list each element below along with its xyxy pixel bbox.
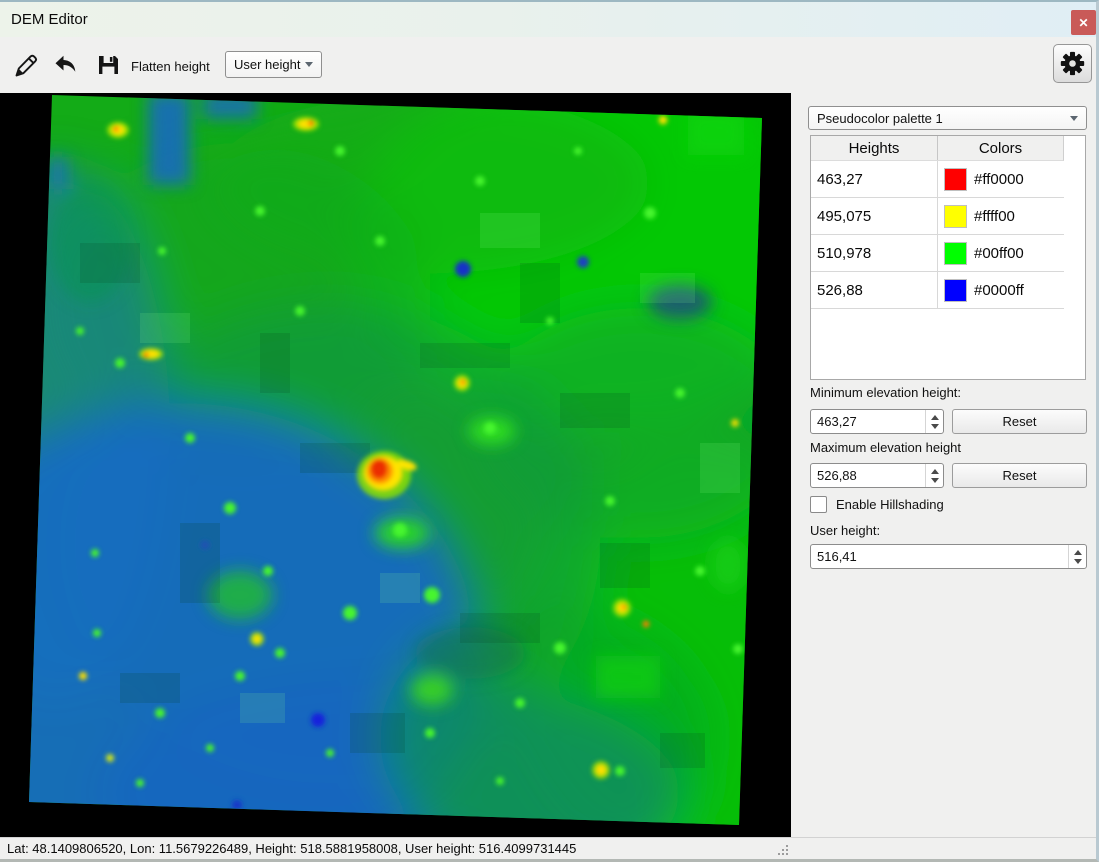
user-height-input[interactable] [811, 545, 1068, 568]
heights-column-header: Heights [811, 136, 938, 160]
resize-grip-icon [776, 843, 790, 857]
palette-dropdown[interactable]: Pseudocolor palette 1 [808, 106, 1087, 130]
gear-icon [1054, 45, 1091, 82]
palette-dropdown-value: Pseudocolor palette 1 [817, 111, 943, 126]
color-swatch [945, 206, 966, 227]
color-cell[interactable]: #ff0000 [938, 161, 1064, 197]
undo-icon [51, 51, 79, 79]
edit-tool-button[interactable] [11, 51, 39, 79]
color-hex: #0000ff [974, 282, 1024, 299]
spin-down-icon[interactable] [1074, 559, 1082, 564]
hillshading-label: Enable Hillshading [836, 497, 944, 512]
close-icon: ✕ [1078, 17, 1088, 29]
color-swatch [945, 280, 966, 301]
min-reset-button[interactable]: Reset [952, 409, 1087, 434]
min-elevation-input[interactable] [811, 410, 925, 433]
save-icon [94, 51, 122, 79]
color-hex: #ffff00 [974, 208, 1015, 225]
status-text: Lat: 48.1409806520, Lon: 11.5679226489, … [7, 841, 576, 856]
max-elevation-input[interactable] [811, 464, 925, 487]
color-cell[interactable]: #0000ff [938, 272, 1064, 308]
flatten-height-value: User height [234, 57, 300, 72]
user-height-spinbox [810, 544, 1087, 569]
min-elevation-label: Minimum elevation height: [810, 385, 961, 400]
spin-down-icon[interactable] [931, 424, 939, 429]
user-height-label: User height: [810, 523, 880, 538]
color-swatch [945, 243, 966, 264]
max-elevation-spin-buttons [925, 464, 943, 487]
chevron-down-icon [1070, 116, 1078, 121]
resize-grip[interactable] [776, 843, 790, 862]
spin-up-icon[interactable] [931, 415, 939, 420]
user-height-spin-buttons [1068, 545, 1086, 568]
color-hex: #ff0000 [974, 171, 1024, 188]
palette-table-row[interactable]: 463,27 #ff0000 [811, 161, 1064, 198]
side-panel: Pseudocolor palette 1 Heights Colors 463… [791, 93, 1096, 838]
save-button[interactable] [94, 51, 122, 79]
height-cell[interactable]: 495,075 [811, 198, 938, 234]
height-cell[interactable]: 526,88 [811, 272, 938, 308]
window-title: DEM Editor [11, 11, 88, 28]
status-bar: Lat: 48.1409806520, Lon: 11.5679226489, … [0, 837, 1096, 859]
hillshading-checkbox[interactable] [810, 496, 827, 513]
colors-column-header: Colors [938, 136, 1063, 160]
hillshading-row: Enable Hillshading [810, 496, 944, 513]
settings-button[interactable] [1053, 44, 1092, 83]
undo-button[interactable] [51, 51, 79, 79]
palette-table-row[interactable]: 510,978 #00ff00 [811, 235, 1064, 272]
spin-up-icon[interactable] [1074, 550, 1082, 555]
height-cell[interactable]: 510,978 [811, 235, 938, 271]
pencil-icon [11, 51, 39, 79]
max-elevation-label: Maximum elevation height [810, 440, 961, 455]
chevron-down-icon [305, 62, 313, 67]
titlebar[interactable]: DEM Editor ✕ [0, 2, 1096, 37]
flatten-height-dropdown[interactable]: User height [225, 51, 322, 78]
color-swatch [945, 169, 966, 190]
color-cell[interactable]: #00ff00 [938, 235, 1064, 271]
spin-up-icon[interactable] [931, 469, 939, 474]
dem-map-viewport[interactable] [0, 93, 791, 840]
min-elevation-spinbox [810, 409, 944, 434]
spin-down-icon[interactable] [931, 478, 939, 483]
palette-table-body: 463,27 #ff0000 495,075 #ffff00 510,978 #00ff0… [811, 161, 1085, 309]
color-cell[interactable]: #ffff00 [938, 198, 1064, 234]
palette-table: Heights Colors 463,27 #ff0000 495,075 #ffff… [810, 135, 1086, 380]
palette-table-row[interactable]: 495,075 #ffff00 [811, 198, 1064, 235]
dem-map [0, 93, 791, 840]
max-elevation-spinbox [810, 463, 944, 488]
color-hex: #00ff00 [974, 245, 1024, 262]
height-cell[interactable]: 463,27 [811, 161, 938, 197]
toolbar: Flatten height User height [0, 37, 1096, 93]
close-button[interactable]: ✕ [1071, 10, 1096, 35]
dem-editor-window: DEM Editor ✕ Flatten height [0, 0, 1099, 862]
flatten-height-label: Flatten height [131, 59, 210, 74]
min-elevation-spin-buttons [925, 410, 943, 433]
palette-table-row[interactable]: 526,88 #0000ff [811, 272, 1064, 309]
max-reset-button[interactable]: Reset [952, 463, 1087, 488]
palette-table-header: Heights Colors [811, 136, 1064, 161]
